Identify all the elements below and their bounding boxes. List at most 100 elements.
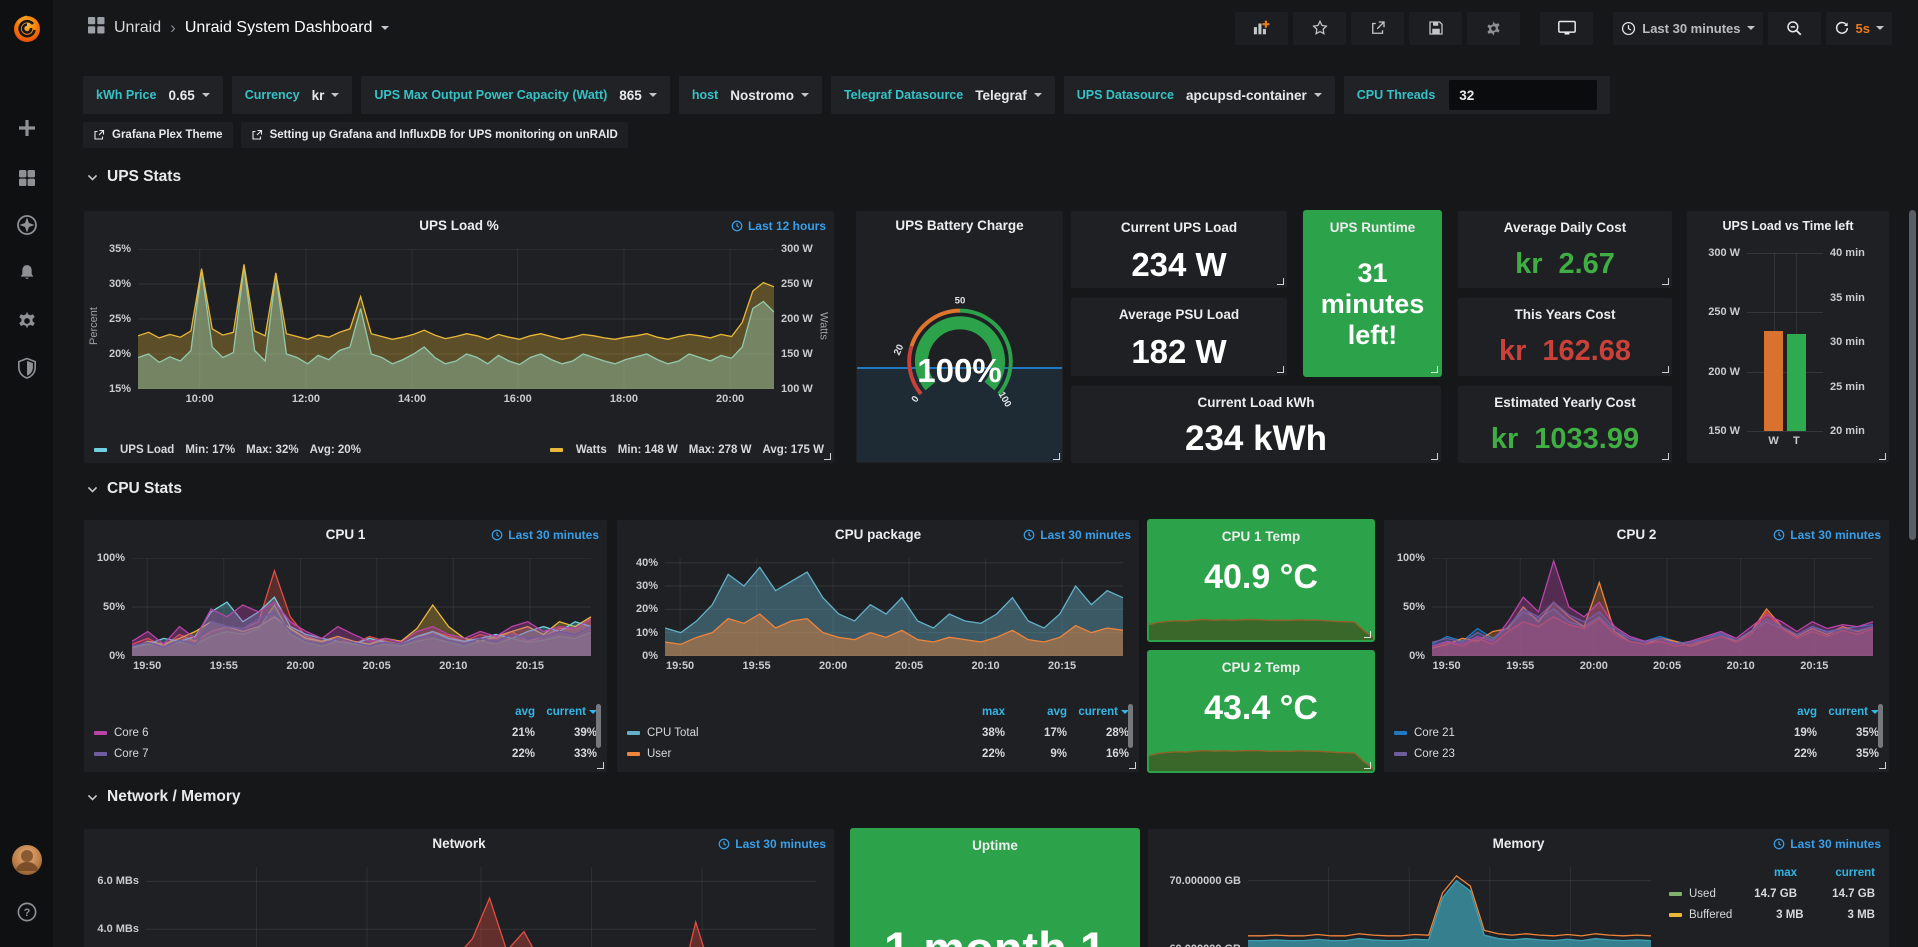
stat-value: 234 W <box>1071 245 1287 284</box>
legend-item[interactable]: Core 6 21% 39% <box>94 722 597 743</box>
ups-bars-chart[interactable]: 300 W250 W200 W150 W40 min35 min30 min25… <box>1695 239 1881 457</box>
dashboards-icon[interactable] <box>0 158 53 198</box>
y-axis-tick: 300 W <box>1708 247 1740 259</box>
variable-ups-datasource[interactable]: UPS Datasource apcupsd-container <box>1064 76 1335 114</box>
variable-host[interactable]: host Nostromo <box>679 76 822 114</box>
legend-scrollbar[interactable] <box>1878 704 1883 748</box>
dashboard-settings-button[interactable] <box>1467 12 1520 45</box>
panel-memory: Memory Last 30 minutes 70.000000 GB60.00… <box>1147 828 1890 947</box>
section-network-memory[interactable]: Network / Memory <box>86 788 241 806</box>
panel-time-range-link[interactable]: Last 30 minutes <box>491 520 599 550</box>
link-ups-monitoring-guide[interactable]: Setting up Grafana and InfluxDB for UPS … <box>241 122 628 148</box>
section-cpu-stats[interactable]: CPU Stats <box>86 480 182 498</box>
y-axis-tick: 20 min <box>1830 425 1865 437</box>
variable-kwh-price[interactable]: kWh Price 0.65 <box>83 76 223 114</box>
stat-value: kr162.68 <box>1499 335 1631 368</box>
panel-title[interactable]: UPS Battery Charge <box>856 211 1063 241</box>
panel-cpu1-temp[interactable]: CPU 1 Temp 40.9 °C <box>1147 519 1375 642</box>
cpu-package-chart[interactable]: 40%30%20%10%0%19:5019:5520:0020:0520:102… <box>625 550 1131 678</box>
panel-time-range-link[interactable]: Last 30 minutes <box>1773 829 1881 859</box>
panel-this-years-cost[interactable]: This Years Cost kr162.68 <box>1457 297 1673 376</box>
share-dashboard-button[interactable] <box>1351 12 1404 45</box>
panel-time-range-link[interactable]: Last 30 minutes <box>1023 520 1131 550</box>
cycle-view-mode-button[interactable] <box>1540 12 1593 45</box>
y-axis-tick: 10% <box>636 627 658 639</box>
legend-item[interactable]: CPU Total 38% 17% 28% <box>627 722 1129 743</box>
variable-cpu-threads[interactable]: CPU Threads 32 <box>1344 76 1611 114</box>
legend: UPS Load Min: 17% Max: 32% Avg: 20% Watt… <box>94 444 824 456</box>
panel-title[interactable]: UPS Load vs Time left <box>1687 211 1889 241</box>
legend-item[interactable]: Core 23 22% 35% <box>1394 743 1879 764</box>
x-axis-tick: 19:55 <box>743 660 771 672</box>
y-axis-tick: 60.000000 GB <box>1169 943 1241 947</box>
y-axis-title: Percent <box>88 307 100 345</box>
y-axis-tick: 100% <box>97 552 125 564</box>
variable-telegraf-datasource[interactable]: Telegraf Datasource Telegraf <box>831 76 1055 114</box>
panel-average-daily-cost[interactable]: Average Daily Cost kr2.67 <box>1457 210 1673 289</box>
legend-item[interactable]: Used 14.7 GB 14.7 GB <box>1669 883 1875 904</box>
panel-ups-runtime[interactable]: UPS Runtime 31 minutes left! <box>1303 210 1442 377</box>
legend: avg current Core 21 19% 35% Core 23 22% … <box>1394 702 1879 766</box>
alerting-bell-icon[interactable] <box>0 253 53 293</box>
panel-current-load-kwh[interactable]: Current Load kWh 234 kWh <box>1070 385 1442 464</box>
legend-item[interactable]: Core 21 19% 35% <box>1394 722 1879 743</box>
cpu-threads-input[interactable]: 32 <box>1449 80 1597 110</box>
refresh-picker[interactable]: 5s <box>1826 12 1892 45</box>
variable-ups-max-output[interactable]: UPS Max Output Power Capacity (Watt) 865 <box>361 76 669 114</box>
legend-scrollbar[interactable] <box>1128 704 1133 748</box>
breadcrumb[interactable]: Unraid › Unraid System Dashboard <box>88 17 389 39</box>
panel-average-psu-load[interactable]: Average PSU Load 182 W <box>1070 297 1288 376</box>
cpu2-chart[interactable]: 100%50%0%19:5019:5520:0020:0520:1020:15 <box>1392 550 1881 678</box>
create-add-icon[interactable] <box>0 108 53 148</box>
link-grafana-plex-theme[interactable]: Grafana Plex Theme <box>83 122 233 148</box>
legend-scrollbar[interactable] <box>596 704 601 748</box>
add-panel-button[interactable] <box>1235 12 1288 45</box>
network-chart[interactable]: 6.0 MBs4.0 MBs2.0 MBs <box>92 859 826 947</box>
panel-cpu2-temp[interactable]: CPU 2 Temp 43.4 °C <box>1147 650 1375 773</box>
page-scrollbar[interactable] <box>1909 210 1916 540</box>
y-axis-tick: 4.0 MBs <box>97 923 139 935</box>
ups-load-chart[interactable]: 35%30%25%20%15%300 W250 W200 W150 W100 W… <box>92 241 826 411</box>
breadcrumb-folder[interactable]: Unraid <box>114 19 161 37</box>
series-swatch <box>627 731 640 735</box>
legend-item[interactable]: Watts Min: 148 W Max: 278 W Avg: 175 W <box>550 444 824 456</box>
panel-time-range-link[interactable]: Last 12 hours <box>731 211 826 241</box>
cpu1-chart[interactable]: 100%50%0%19:5019:5520:0020:0520:1020:15 <box>92 550 599 678</box>
user-avatar[interactable] <box>0 838 53 882</box>
variable-currency[interactable]: Currency kr <box>232 76 353 114</box>
x-axis-tick: 20:00 <box>286 660 314 672</box>
caret-down-icon <box>649 93 657 97</box>
y-axis-title: Watts <box>818 312 830 340</box>
panel-current-ups-load[interactable]: Current UPS Load 234 W <box>1070 210 1288 289</box>
legend-item[interactable]: Buffered 3 MB 3 MB <box>1669 904 1875 925</box>
battery-gauge[interactable]: 02050100 <box>860 245 1059 453</box>
panel-time-range-link[interactable]: Last 30 minutes <box>718 829 826 859</box>
help-icon[interactable]: ? <box>0 892 53 932</box>
caret-down-icon <box>1034 93 1042 97</box>
legend-item[interactable]: UPS Load Min: 17% Max: 32% Avg: 20% <box>94 444 361 456</box>
admin-shield-icon[interactable] <box>0 348 53 388</box>
plot-area: 40%30%20%10%0%19:5019:5520:0020:0520:102… <box>665 558 1123 656</box>
breadcrumb-dashboard-title[interactable]: Unraid System Dashboard <box>185 19 373 37</box>
series-swatch <box>1669 913 1682 917</box>
star-dashboard-button[interactable] <box>1293 12 1346 45</box>
x-axis-tick: 20:10 <box>439 660 467 672</box>
zoom-out-time-button[interactable] <box>1768 12 1821 45</box>
panel-title[interactable]: UPS Load % <box>84 211 834 241</box>
time-range-picker[interactable]: Last 30 minutes <box>1613 12 1762 45</box>
memory-chart[interactable]: 70.000000 GB60.000000 GB50.000000 GB <box>1156 859 1659 947</box>
panel-ups-load-vs-time-left: UPS Load vs Time left 300 W250 W200 W150… <box>1686 210 1890 464</box>
panel-time-range-link[interactable]: Last 30 minutes <box>1773 520 1881 550</box>
legend-item[interactable]: Core 7 22% 33% <box>94 743 597 764</box>
configuration-gear-icon[interactable] <box>0 301 53 341</box>
grafana-logo-icon[interactable] <box>0 6 53 50</box>
panel-ups-load: UPS Load % Last 12 hours 35%30%25%20%15%… <box>83 210 835 464</box>
x-axis-tick: 20:00 <box>716 393 744 405</box>
save-dashboard-button[interactable] <box>1409 12 1462 45</box>
panel-estimated-yearly-cost[interactable]: Estimated Yearly Cost kr1033.99 <box>1457 385 1673 464</box>
legend-item[interactable]: User 22% 9% 16% <box>627 743 1129 764</box>
explore-compass-icon[interactable] <box>0 205 53 245</box>
panel-uptime[interactable]: Uptime 1 month 1 <box>850 828 1140 947</box>
navbar-actions: Last 30 minutes 5s <box>1235 12 1918 45</box>
section-ups-stats[interactable]: UPS Stats <box>86 168 181 186</box>
